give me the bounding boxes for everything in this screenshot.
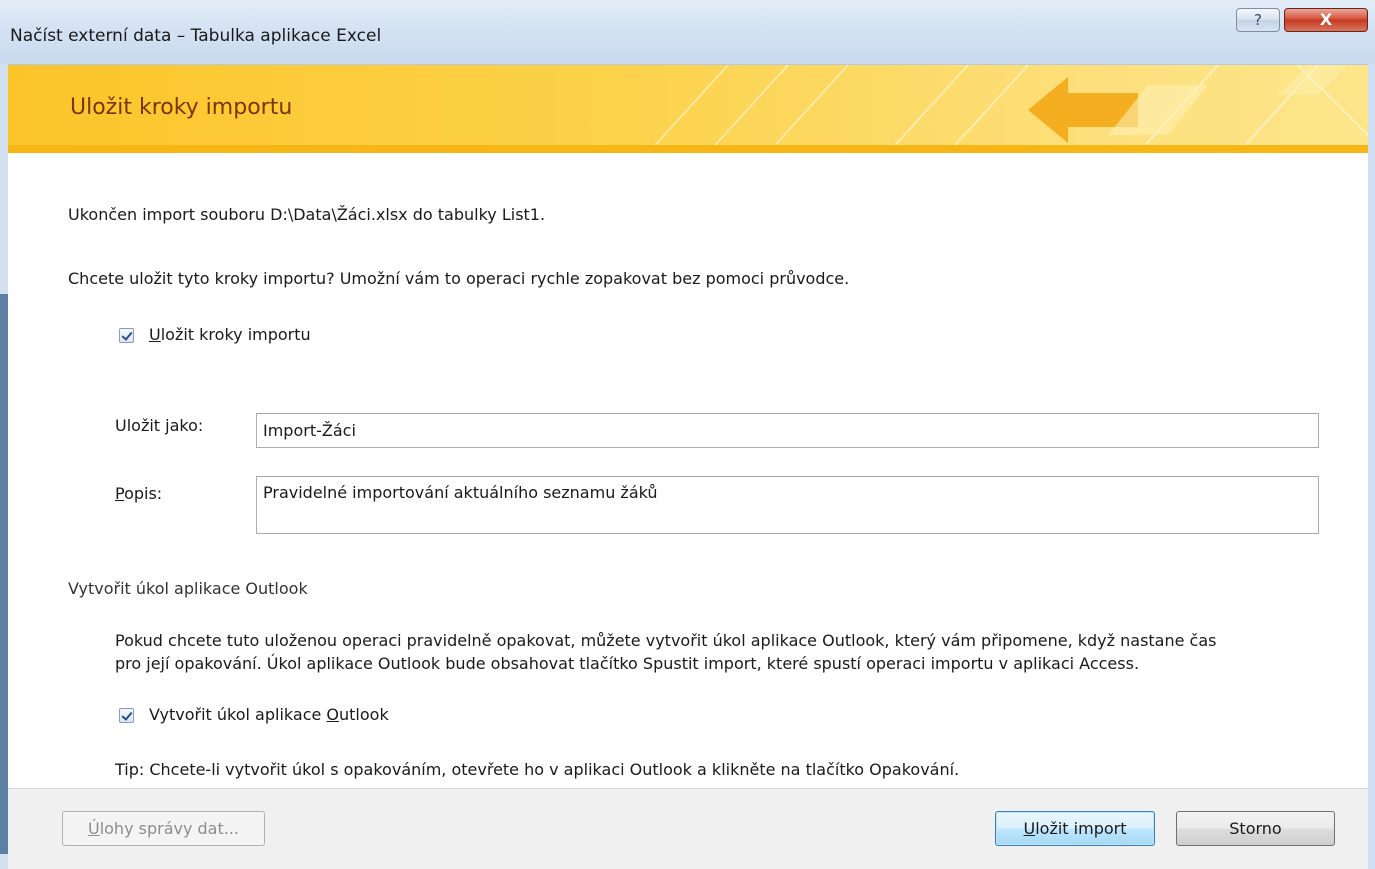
button-mnemonic: U — [1023, 819, 1036, 838]
button-label: lohy správy dat... — [99, 819, 240, 838]
wizard-content: Ukončen import souboru D:\Data\Žáci.xlsx… — [8, 153, 1368, 783]
save-as-input[interactable]: Import-Žáci — [256, 413, 1319, 448]
label-part: opis: — [124, 484, 163, 503]
button-label: ložit import — [1035, 819, 1127, 838]
label-part: utlook — [339, 705, 389, 724]
wizard-banner: Uložit kroky importu — [8, 65, 1368, 153]
label-mnemonic: O — [326, 705, 340, 724]
outlook-tip-text: Tip: Chcete-li vytvořit úkol s opakování… — [115, 760, 960, 779]
description-textarea[interactable]: Pravidelné importování aktuálního seznam… — [256, 476, 1319, 534]
label-part: ako: — [169, 416, 204, 435]
create-outlook-task-checkbox[interactable] — [119, 708, 134, 723]
cancel-button[interactable]: Storno — [1176, 811, 1335, 846]
dialog-window: Načíst externí data – Tabulka aplikace E… — [0, 0, 1375, 869]
window-right-frame — [1368, 64, 1375, 869]
help-button[interactable]: ? — [1236, 8, 1280, 32]
description-label: Popis: — [115, 484, 162, 503]
help-icon: ? — [1254, 11, 1262, 29]
outlook-info-line-1: Pokud chcete tuto uloženou operaci pravi… — [115, 631, 1217, 650]
label-mnemonic: P — [115, 484, 125, 503]
label-part: ložit kroky importu — [160, 325, 311, 344]
title-bar: Načíst externí data – Tabulka aplikace E… — [0, 0, 1375, 65]
manage-data-tasks-button[interactable]: Úlohy správy dat... — [62, 811, 265, 846]
label-part: Vytvořit úkol aplikace — [149, 705, 327, 724]
save-import-button[interactable]: Uložit import — [995, 811, 1155, 846]
label-part: Uložit — [115, 416, 166, 435]
create-outlook-task-label[interactable]: Vytvořit úkol aplikace Outlook — [149, 705, 389, 724]
save-steps-checkbox-label[interactable]: Uložit kroky importu — [149, 325, 311, 344]
close-button[interactable]: X — [1284, 8, 1368, 32]
banner-band — [8, 145, 1368, 153]
page-title: Uložit kroky importu — [70, 95, 293, 120]
close-icon: X — [1319, 10, 1333, 29]
save-as-label: Uložit jako: — [115, 416, 203, 435]
button-mnemonic: Ú — [87, 819, 100, 838]
outlook-info-line-2: pro její opakování. Úkol aplikace Outloo… — [115, 654, 1140, 673]
save-question-text: Chcete uložit tyto kroky importu? Umožní… — [68, 269, 850, 288]
save-steps-checkbox[interactable] — [119, 328, 134, 343]
dialog-footer: Úlohy správy dat... Uložit import Storno — [8, 788, 1368, 869]
outlook-section-heading: Vytvořit úkol aplikace Outlook — [68, 579, 308, 598]
window-title: Načíst externí data – Tabulka aplikace E… — [10, 26, 382, 46]
window-left-frame — [0, 64, 8, 869]
import-status-text: Ukončen import souboru D:\Data\Žáci.xlsx… — [68, 205, 546, 224]
label-mnemonic: U — [149, 325, 161, 344]
